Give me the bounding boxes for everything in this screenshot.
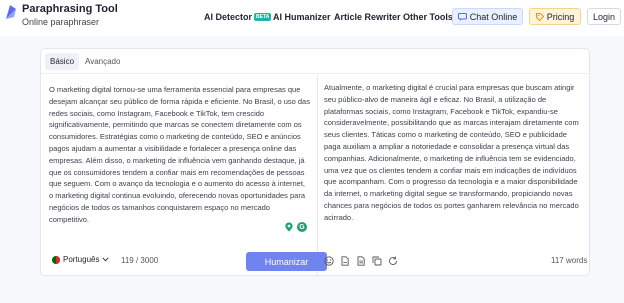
- nav-ai-detector[interactable]: AI Detector BETA: [204, 12, 272, 22]
- beta-badge: BETA: [254, 13, 272, 21]
- language-label: Português: [63, 255, 100, 264]
- copy-icon[interactable]: [372, 256, 382, 266]
- nav-ai-humanizer[interactable]: AI Humanizer: [273, 12, 331, 22]
- brand-title[interactable]: Paraphrasing Tool: [22, 3, 118, 15]
- brand-subtitle: Online paraphraser: [22, 17, 100, 27]
- portugal-flag-icon: [52, 255, 60, 264]
- output-text-area[interactable]: Atualmente, o marketing digital é crucia…: [324, 82, 584, 224]
- tag-icon: [535, 12, 544, 21]
- chat-online-label: Chat Online: [469, 11, 518, 22]
- logo-icon[interactable]: [4, 3, 18, 21]
- location-pin-icon[interactable]: [284, 222, 294, 232]
- editor-card: Básico Avançado O marketing digital torn…: [40, 48, 590, 276]
- tab-basic[interactable]: Básico: [45, 53, 80, 70]
- input-text-area[interactable]: O marketing digital tornou-se uma ferram…: [49, 84, 311, 226]
- pricing-button[interactable]: Pricing: [529, 8, 581, 25]
- chat-online-button[interactable]: Chat Online: [452, 8, 523, 25]
- chat-icon: [457, 12, 467, 21]
- output-toolbar: [324, 256, 398, 266]
- humanize-button[interactable]: Humanizar: [246, 252, 327, 271]
- document-export-icon[interactable]: [356, 256, 366, 266]
- input-tool-icons: G: [284, 222, 307, 232]
- chevron-down-icon: [102, 257, 110, 262]
- pricing-label: Pricing: [546, 11, 575, 22]
- nav-article-rewriter[interactable]: Article Rewriter: [334, 12, 401, 22]
- character-count: 119 / 3000: [121, 256, 159, 265]
- nav-ai-detector-label: AI Detector: [204, 12, 253, 22]
- nav-other-tools[interactable]: Other Tools: [403, 12, 453, 22]
- top-header: Paraphrasing Tool Online paraphraser AI …: [0, 0, 624, 36]
- language-selector[interactable]: Português: [52, 255, 110, 264]
- pane-divider: [317, 75, 318, 275]
- smiley-icon[interactable]: [324, 256, 334, 266]
- word-count: 117 words: [551, 256, 588, 265]
- mode-tabs: Básico Avançado: [41, 49, 589, 74]
- pdf-export-icon[interactable]: [340, 256, 350, 266]
- refresh-icon[interactable]: [388, 256, 398, 266]
- tab-advanced[interactable]: Avançado: [85, 57, 120, 66]
- login-button[interactable]: Login: [587, 8, 621, 25]
- grammarly-icon[interactable]: G: [297, 222, 307, 232]
